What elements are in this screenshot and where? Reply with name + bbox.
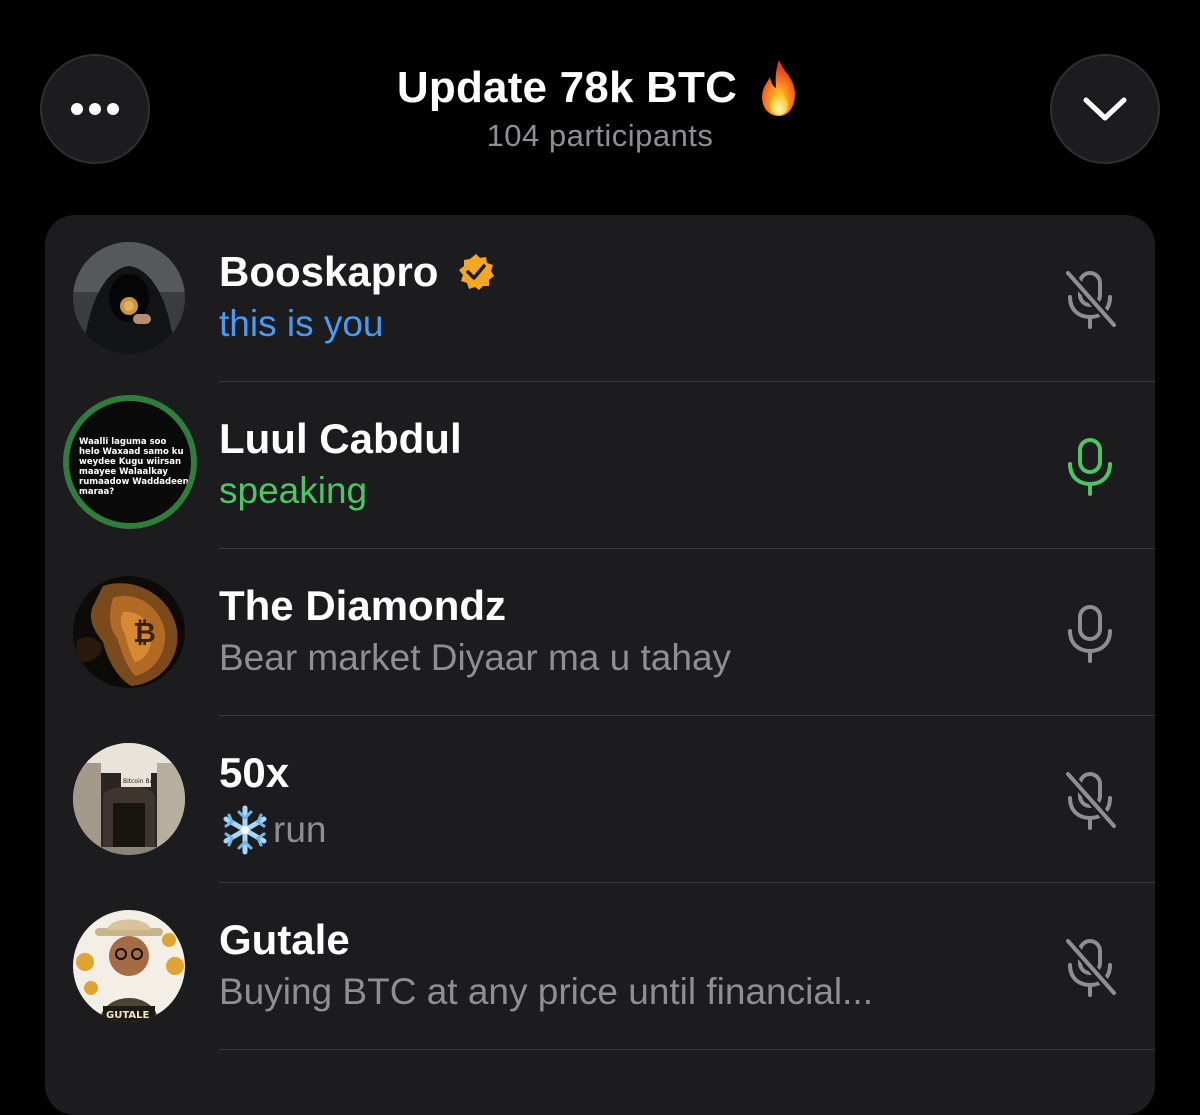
participant-name: The Diamondz [219, 582, 507, 629]
mic-muted-icon[interactable] [1060, 267, 1120, 331]
participant-name: Gutale [219, 916, 350, 963]
participants-count: 104 participants [486, 118, 714, 153]
more-options-button[interactable] [40, 54, 150, 164]
participant-status: speaking [219, 470, 368, 511]
mic-muted-icon[interactable] [1060, 768, 1120, 832]
man-with-hat-avatar: GUTALE [73, 910, 185, 1022]
more-horizontal-icon [71, 103, 119, 115]
chevron-down-icon [1083, 97, 1127, 121]
name-line: The Diamondz [219, 579, 506, 633]
avatar: Bitcoin Bar [73, 743, 185, 855]
storefront-avatar: Bitcoin Bar [73, 743, 185, 855]
collapse-button[interactable] [1050, 54, 1160, 164]
snowflake-icon [223, 805, 267, 855]
participant-status: Buying BTC at any price until financial.… [219, 971, 873, 1012]
avatar [73, 242, 185, 354]
title-row: Update 78k BTC [300, 58, 900, 118]
participant-name: Booskapro [219, 248, 439, 295]
bitcoin-bar-sign: Bitcoin Bar [123, 778, 156, 785]
voice-chat-title: Update 78k BTC [396, 63, 738, 112]
participant-row-gutale[interactable]: GUTALE Gutale Buying BTC at any price un… [45, 883, 1155, 1050]
participant-name: Luul Cabdul [219, 415, 462, 462]
gutale-label: GUTALE [106, 1010, 149, 1021]
participant-status: Bear market Diyaar ma u tahay [219, 637, 732, 678]
lion-bitcoin-avatar: ₿ [73, 576, 185, 688]
participant-status-line: run [219, 804, 326, 856]
svg-text:₿: ₿ [133, 616, 156, 649]
name-line: Gutale [219, 913, 350, 967]
name-line: Luul Cabdul [219, 412, 462, 466]
mic-active-icon[interactable] [1060, 434, 1120, 498]
row-divider [219, 1049, 1155, 1050]
avatar: ₿ [73, 576, 185, 688]
fire-icon [762, 60, 796, 116]
mic-muted-icon[interactable] [1060, 935, 1120, 999]
participant-status: this is you [219, 303, 384, 344]
mic-icon[interactable] [1060, 601, 1120, 665]
verified-badge-icon [459, 254, 495, 290]
avatar: GUTALE [73, 910, 185, 1022]
participant-row-luul-cabdul[interactable]: Waalli laguma soo helo Waxaad samo ku we… [45, 382, 1155, 549]
avatar-text: Waalli laguma soo helo Waxaad samo ku we… [79, 437, 189, 497]
name-line: 50x [219, 746, 289, 800]
voice-chat-header: Update 78k BTC 104 participants [300, 58, 900, 154]
participant-row-the-diamondz[interactable]: ₿ The Diamondz Bear market Diyaar ma u t… [45, 549, 1155, 716]
participant-name: 50x [219, 749, 290, 796]
hooded-figure-avatar [73, 242, 185, 354]
participant-row-50x[interactable]: Bitcoin Bar 50x run [45, 716, 1155, 883]
avatar-speaking: Waalli laguma soo helo Waxaad samo ku we… [63, 395, 197, 529]
participant-row-booskapro[interactable]: Booskapro this is you [45, 215, 1155, 382]
participants-list: Booskapro this is you Waalli laguma soo … [45, 215, 1155, 1115]
name-line: Booskapro [219, 245, 496, 299]
participant-status: run [273, 809, 327, 850]
